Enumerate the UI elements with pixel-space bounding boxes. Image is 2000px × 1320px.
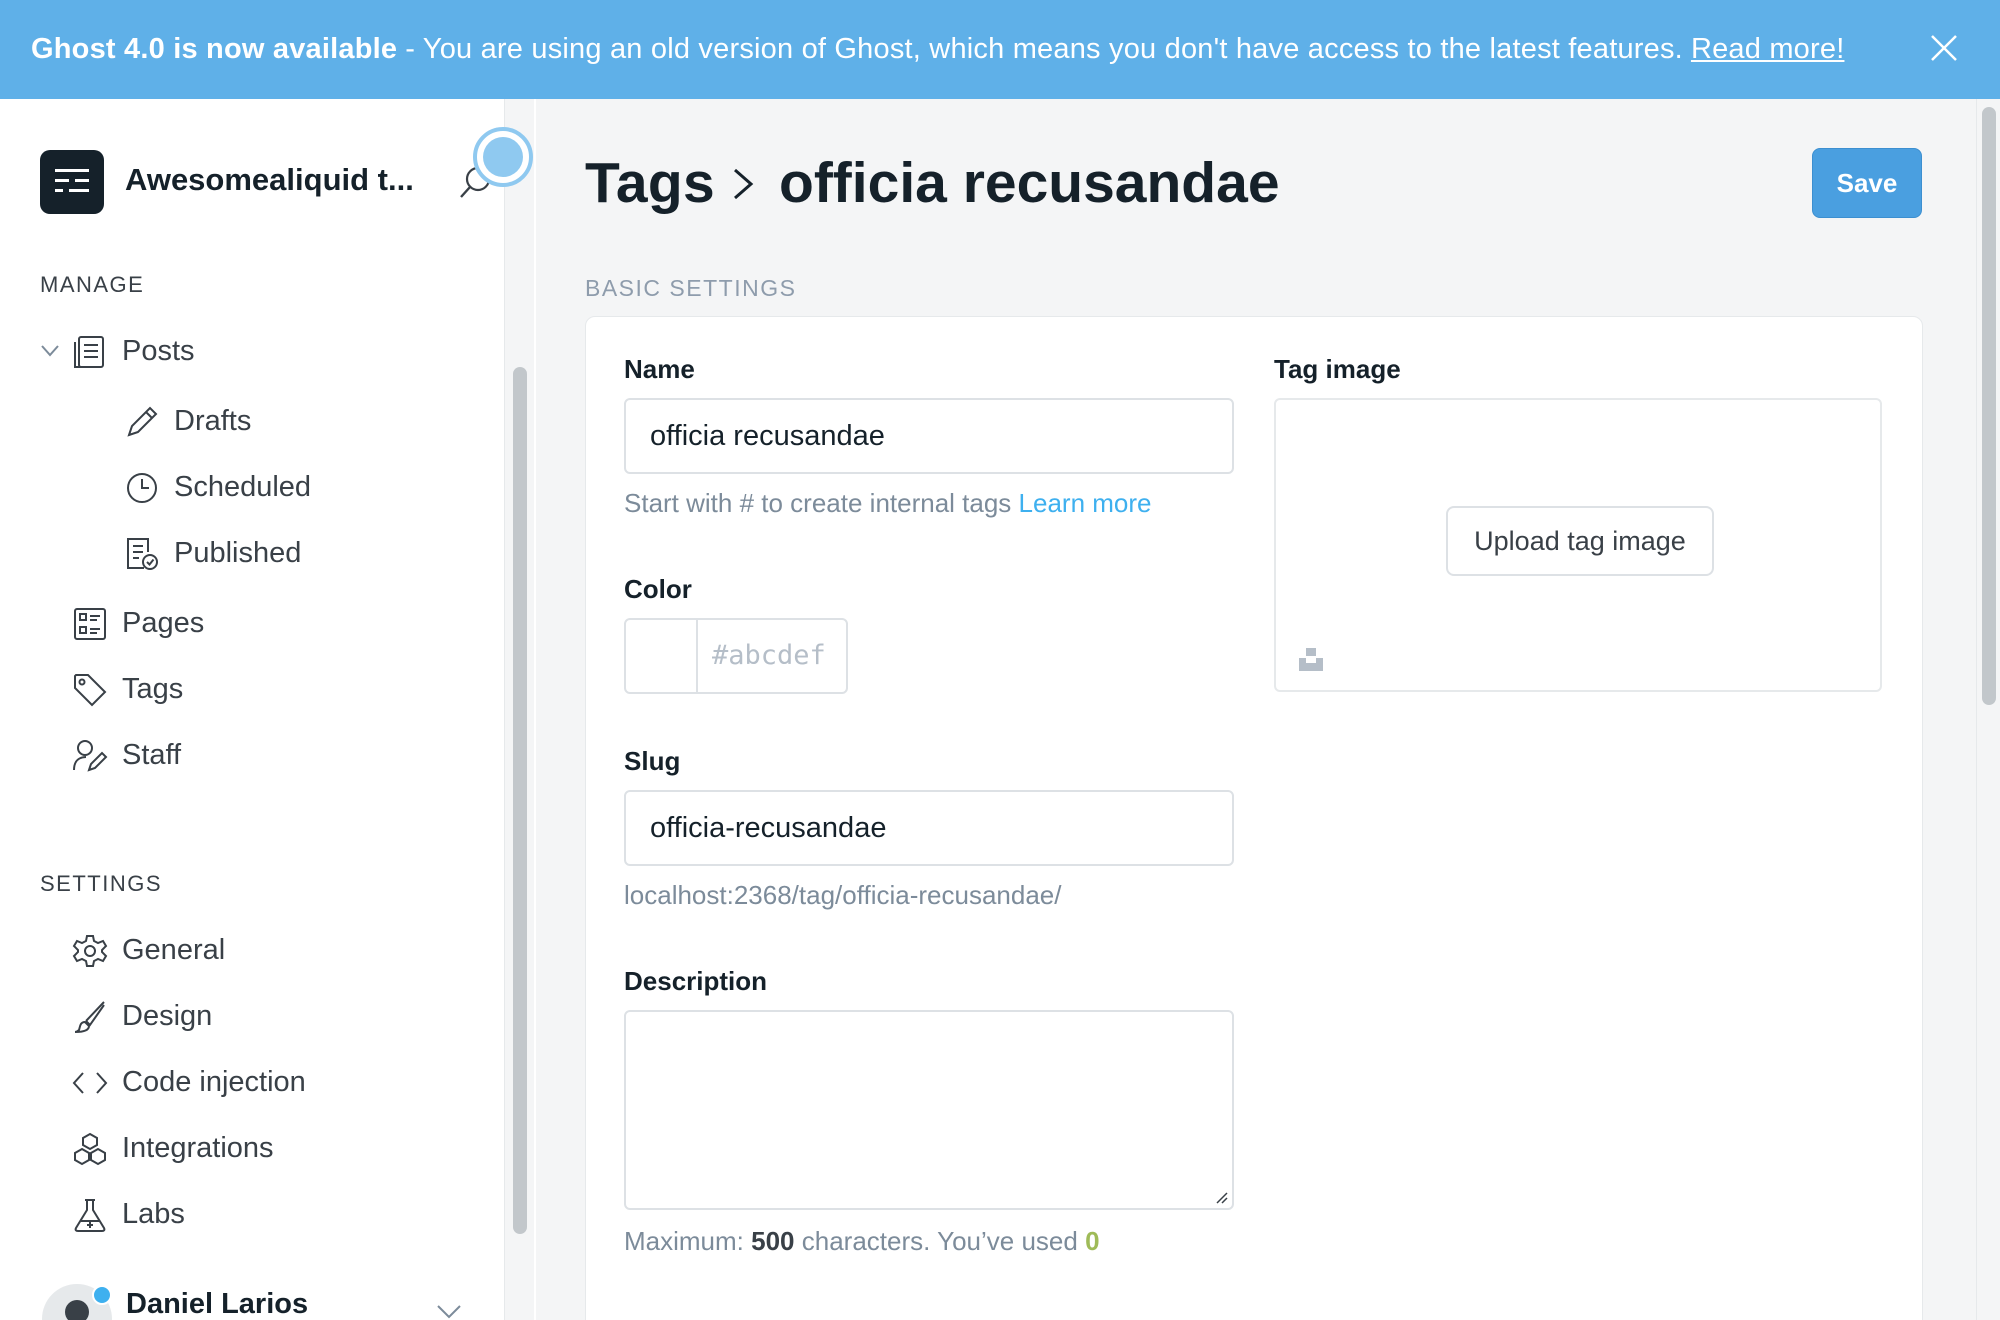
description-label: Description [624,966,768,996]
staff-icon [73,740,108,772]
main-scroll-thumb[interactable] [1982,107,1996,705]
sidebar-item-published[interactable]: Published [0,527,500,581]
page-title: officia recusandae [779,151,1280,215]
cubes-icon [74,1132,106,1166]
slug-input[interactable]: officia-recusandae [624,790,1234,866]
sidebar-item-label: Staff [122,739,182,771]
main-scrollbar[interactable] [1976,99,2000,1320]
sidebar-item-scheduled[interactable]: Scheduled [0,461,500,515]
unsplash-icon[interactable] [1298,646,1324,672]
sidebar-item-label: Code injection [122,1066,306,1098]
banner-title: Ghost 4.0 is now available [31,33,398,65]
update-banner: Ghost 4.0 is now available - You are usi… [0,0,2000,99]
tag-image-dropzone[interactable]: Upload tag image [1274,398,1882,692]
settings-section-label: SETTINGS [40,871,163,896]
code-icon [72,1072,108,1094]
desc-hint-mid: characters. You’ve used [801,1226,1078,1256]
sidebar-item-design[interactable]: Design [0,990,500,1044]
sidebar-item-label: General [122,934,226,966]
tag-icon [74,674,107,707]
sidebar-scrollbar[interactable] [504,99,534,1320]
brush-icon [74,1001,105,1033]
sidebar-item-pages[interactable]: Pages [0,597,500,651]
slug-label: Slug [624,746,681,776]
notification-indicator-dot[interactable] [483,137,523,177]
color-input[interactable]: abcdef [728,640,826,671]
site-logo-icon [55,169,89,192]
close-icon[interactable] [1926,30,1962,66]
slug-url: localhost:2368/tag/officia-recusandae/ [624,880,1062,910]
sidebar-item-staff[interactable]: Staff [0,729,500,783]
posts-icon [74,336,104,368]
sidebar-item-tags[interactable]: Tags [0,663,500,717]
manage-section-label: MANAGE [40,272,145,297]
user-status-dot [92,1285,112,1305]
clock-icon [127,473,157,503]
resize-handle-icon[interactable] [1212,1188,1228,1204]
site-title[interactable]: Awesomealiquid t... [125,162,414,198]
gear-icon [72,935,108,967]
sidebar-item-label: Published [174,537,302,569]
color-label: Color [624,574,692,604]
banner-read-more-link[interactable]: Read more! [1691,33,1845,66]
sidebar-item-label: Labs [122,1198,185,1230]
sidebar-item-labs[interactable]: Labs [0,1188,500,1242]
sidebar-item-label: Pages [122,607,205,639]
sidebar-item-label: Design [122,1000,213,1032]
published-icon [127,538,158,570]
desc-max: 500 [751,1226,795,1256]
breadcrumb-parent[interactable]: Tags [585,150,715,216]
pencil-icon [127,406,158,437]
sidebar-item-drafts[interactable]: Drafts [0,395,500,449]
desc-hint-prefix: Maximum: [624,1226,744,1256]
name-input[interactable]: officia recusandae [624,398,1234,474]
color-hash: #abcdef [712,640,826,671]
description-textarea[interactable] [624,1010,1234,1210]
name-label: Name [624,354,695,384]
user-name[interactable]: Daniel Larios [126,1288,308,1320]
sidebar-item-label: Tags [122,673,184,705]
sidebar-item-label: Posts [122,335,195,367]
chevron-down-icon[interactable] [40,344,60,358]
chevron-down-icon[interactable] [436,1304,462,1320]
color-swatch[interactable] [626,620,698,692]
basic-settings-title: BASIC SETTINGS [585,275,797,301]
save-button[interactable]: Save [1812,148,1922,218]
learn-more-link[interactable]: Learn more [1019,488,1152,518]
pages-icon [74,608,106,640]
upload-tag-image-button[interactable]: Upload tag image [1446,506,1714,576]
sidebar-item-code-injection[interactable]: Code injection [0,1056,500,1110]
site-logo[interactable] [40,150,104,214]
chevron-right-icon [734,168,754,200]
color-field[interactable]: #abcdef [624,618,848,694]
sidebar-scroll-thumb[interactable] [513,367,527,1234]
desc-used-count: 0 [1085,1226,1100,1256]
sidebar-item-label: Scheduled [174,471,312,503]
name-hint: Start with # to create internal tags Lea… [624,488,1152,519]
banner-message: - You are using an old version of Ghost,… [405,33,1683,65]
sidebar-item-label: Drafts [174,405,252,437]
sidebar-item-integrations[interactable]: Integrations [0,1122,500,1176]
sidebar-item-posts[interactable]: Posts [0,325,500,379]
sidebar-item-general[interactable]: General [0,924,500,978]
description-hint: Maximum: 500 characters. You’ve used 0 [624,1226,1100,1257]
tag-image-label: Tag image [1274,354,1401,384]
name-hint-text: Start with # to create internal tags [624,488,1012,518]
sidebar-item-label: Integrations [122,1132,274,1164]
flask-icon [74,1199,106,1232]
